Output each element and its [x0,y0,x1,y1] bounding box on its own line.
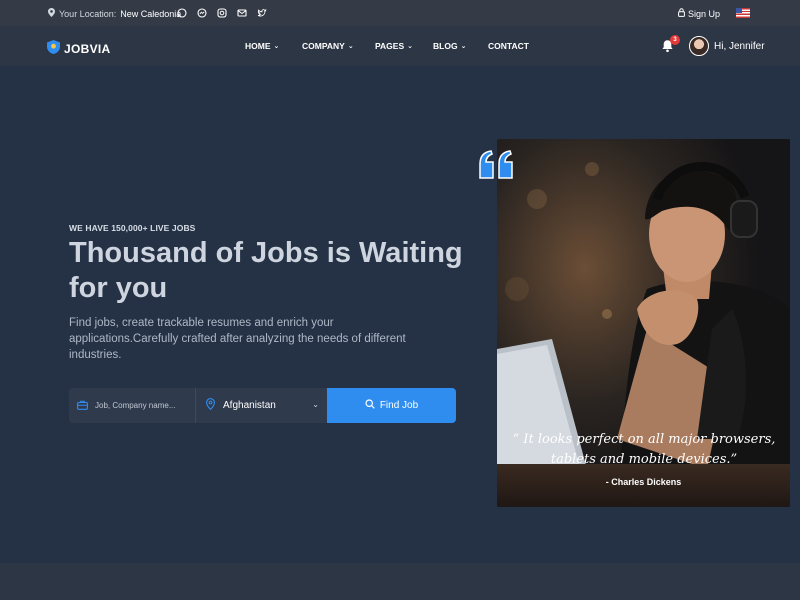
sign-up-link[interactable]: Sign Up [678,8,720,19]
keyword-field [69,388,196,423]
nav-blog[interactable]: BLOG ⌄ [433,41,466,51]
nav-home[interactable]: HOME ⌄ [245,41,279,51]
location-label: Your Location: [59,8,117,19]
site-logo[interactable]: JOBVIA [47,40,110,57]
lock-icon [678,8,685,19]
briefcase-icon [77,397,88,415]
chevron-down-icon: ⌄ [273,43,280,50]
hero-description: Find jobs, create trackable resumes and … [69,317,406,361]
location-value[interactable]: New Caledonia [120,9,181,19]
location-info: Your Location: New Caledonia [48,8,181,19]
avatar[interactable] [689,36,709,56]
nav-contact[interactable]: CONTACT [488,41,529,51]
notification-badge: 3 [670,35,680,45]
nav-label: COMPANY [302,41,345,51]
twitter-icon[interactable] [256,7,267,18]
nav-label: BLOG [433,41,458,51]
testimonial-author: - Charles Dickens [605,477,682,487]
chevron-down-icon: ⌄ [312,400,319,409]
logo-text: JOBVIA [64,41,111,56]
job-search-form: Afghanistan ⌄ Find Job [69,388,456,423]
testimonial-quote: “ It looks perfect on all major browsers… [512,432,776,467]
user-greeting[interactable]: Hi, Jennifer [714,41,765,52]
map-pin-icon [48,8,55,19]
logo-icon [47,40,60,57]
location-select[interactable]: Afghanistan ⌄ [196,388,327,423]
whatsapp-icon[interactable] [176,7,187,18]
find-job-label: Find Job [379,400,419,411]
messenger-icon[interactable] [196,7,207,18]
map-pin-icon [206,397,215,415]
nav-label: PAGES [375,41,405,51]
keyword-input[interactable] [95,401,190,410]
next-section-strip [0,563,800,600]
chevron-down-icon: ⌄ [407,43,414,50]
main-navbar: JOBVIA HOME ⌄ COMPANY ⌄ PAGES ⌄ BLOG ⌄ C… [0,26,800,66]
find-job-button[interactable]: Find Job [327,388,456,423]
sign-up-label: Sign Up [688,8,721,19]
chevron-down-icon: ⌄ [460,43,467,50]
location-select-value: Afghanistan [223,400,276,411]
top-info-bar: Your Location: New Caledonia Sign Up [0,0,800,26]
quote-icon [478,150,516,180]
email-icon[interactable] [236,7,247,18]
hero-title: Thousand of Jobs is Waiting for you [69,237,463,304]
instagram-icon[interactable] [216,7,227,18]
search-icon [365,399,375,412]
nav-pages[interactable]: PAGES ⌄ [375,41,413,51]
nav-label: HOME [245,41,271,51]
nav-label: CONTACT [488,41,529,51]
nav-company[interactable]: COMPANY ⌄ [302,41,354,51]
chevron-down-icon: ⌄ [347,43,354,50]
social-links [176,7,267,18]
us-flag-icon[interactable] [736,8,750,18]
hero-kicker: WE HAVE 150,000+ LIVE JOBS [69,223,196,233]
